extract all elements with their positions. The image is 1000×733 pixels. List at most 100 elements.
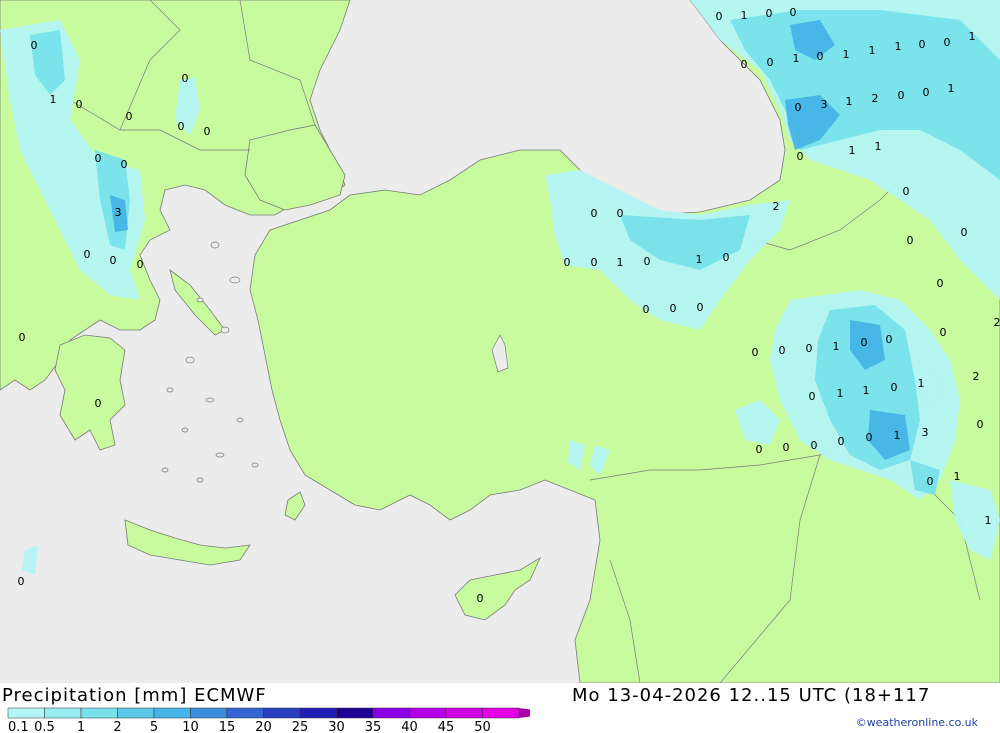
station-value: 0 — [907, 234, 914, 247]
scale-swatch — [263, 707, 301, 719]
scale-swatch — [190, 707, 228, 719]
scale-label: 45 — [438, 720, 455, 733]
scale-swatch — [445, 707, 483, 719]
scale-swatch — [299, 707, 337, 719]
scale-label: 50 — [474, 720, 491, 733]
scale-swatch — [409, 707, 447, 719]
station-value: 0 — [903, 185, 910, 198]
scale-label: 15 — [219, 720, 236, 733]
station-value: 0 — [643, 303, 650, 316]
station-value: 0 — [891, 381, 898, 394]
station-value: 0 — [716, 10, 723, 23]
scale-label: 1 — [77, 720, 85, 733]
scale-label: 30 — [328, 720, 345, 733]
scale-arrow — [519, 708, 530, 718]
station-value: 0 — [937, 277, 944, 290]
station-value: 1 — [869, 44, 876, 57]
station-value: 1 — [969, 30, 976, 43]
scale-swatch — [482, 707, 520, 719]
station-value: 1 — [843, 48, 850, 61]
station-value: 0 — [670, 302, 677, 315]
station-value: 0 — [790, 6, 797, 19]
map-title: Precipitation [mm] ECMWF — [2, 685, 267, 706]
station-value: 0 — [84, 248, 91, 261]
station-value: 0 — [723, 251, 730, 264]
station-value: 1 — [863, 384, 870, 397]
scale-swatch — [80, 707, 118, 719]
station-value: 0 — [927, 475, 934, 488]
station-value: 0 — [861, 336, 868, 349]
station-value: 3 — [922, 426, 929, 439]
scale-swatch — [226, 707, 264, 719]
station-value: 0 — [564, 256, 571, 269]
credit-text[interactable]: ©weatheronline.co.uk — [856, 716, 978, 729]
station-value: 0 — [617, 207, 624, 220]
station-value: 1 — [894, 429, 901, 442]
station-value: 0 — [137, 258, 144, 271]
scale-swatch — [117, 707, 155, 719]
station-value: 1 — [849, 144, 856, 157]
station-value: 0 — [19, 331, 26, 344]
station-value: 0 — [838, 435, 845, 448]
station-value: 0 — [898, 89, 905, 102]
station-value: 1 — [741, 9, 748, 22]
scale-swatch — [153, 707, 191, 719]
scale-swatch — [336, 707, 374, 719]
scale-swatch — [7, 707, 45, 719]
scale-label: 0.5 — [34, 720, 55, 733]
station-value: 0 — [866, 431, 873, 444]
station-value: 0 — [919, 38, 926, 51]
station-value: 0 — [795, 101, 802, 114]
station-value: 1 — [895, 40, 902, 53]
scale-label: 0.1 — [8, 720, 29, 733]
station-value: 0 — [944, 36, 951, 49]
station-value: 0 — [767, 56, 774, 69]
station-value: 0 — [783, 441, 790, 454]
station-value: 0 — [809, 390, 816, 403]
station-value: 1 — [985, 514, 992, 527]
scale-label: 2 — [113, 720, 121, 733]
legend-bar: Precipitation [mm] ECMWF Mo 13-04-2026 1… — [0, 683, 1000, 733]
station-value: 2 — [773, 200, 780, 213]
station-value: 3 — [115, 206, 122, 219]
scale-label: 20 — [255, 720, 272, 733]
station-value: 1 — [50, 93, 57, 106]
precipitation-map: 0 0 1 0 1 0 0 0 0 0 0 0 0 3 0 0 0 0 0 0 0 0 1 0 1 1 1 0 0 1 0 3 1 2 0 0 1 0 1 1… — [0, 0, 1000, 684]
station-value: 1 — [833, 340, 840, 353]
station-value: 0 — [756, 443, 763, 456]
station-value: 0 — [811, 439, 818, 452]
station-value: 0 — [31, 39, 38, 52]
station-value: 0 — [76, 98, 83, 111]
scale-label: 10 — [182, 720, 199, 733]
station-value: 0 — [977, 418, 984, 431]
station-value: 1 — [696, 253, 703, 266]
station-value: 0 — [182, 72, 189, 85]
station-value: 0 — [644, 255, 651, 268]
station-value: 0 — [886, 333, 893, 346]
station-value: 0 — [121, 158, 128, 171]
station-value: 2 — [872, 92, 879, 105]
station-value: 0 — [961, 226, 968, 239]
station-value: 0 — [591, 207, 598, 220]
color-scale: 0.1 0.5 1 2 5 10 15 20 25 30 35 40 45 50 — [7, 707, 530, 733]
scale-label: 5 — [150, 720, 158, 733]
station-value: 0 — [204, 125, 211, 138]
station-value: 0 — [797, 150, 804, 163]
station-value: 1 — [793, 52, 800, 65]
station-value: 0 — [741, 58, 748, 71]
station-value: 0 — [18, 575, 25, 588]
station-value: 0 — [779, 344, 786, 357]
valid-time: Mo 13-04-2026 12..15 UTC (18+117 — [572, 685, 931, 706]
scale-label: 25 — [292, 720, 309, 733]
station-value: 1 — [846, 95, 853, 108]
station-value: 0 — [940, 326, 947, 339]
scale-label: 40 — [401, 720, 418, 733]
station-value: 3 — [821, 98, 828, 111]
station-value: 0 — [178, 120, 185, 133]
station-value: 0 — [817, 50, 824, 63]
scale-label: 35 — [365, 720, 382, 733]
station-value: 0 — [95, 397, 102, 410]
station-value: 2 — [994, 316, 1000, 329]
station-value: 2 — [973, 370, 980, 383]
station-value: 0 — [806, 342, 813, 355]
